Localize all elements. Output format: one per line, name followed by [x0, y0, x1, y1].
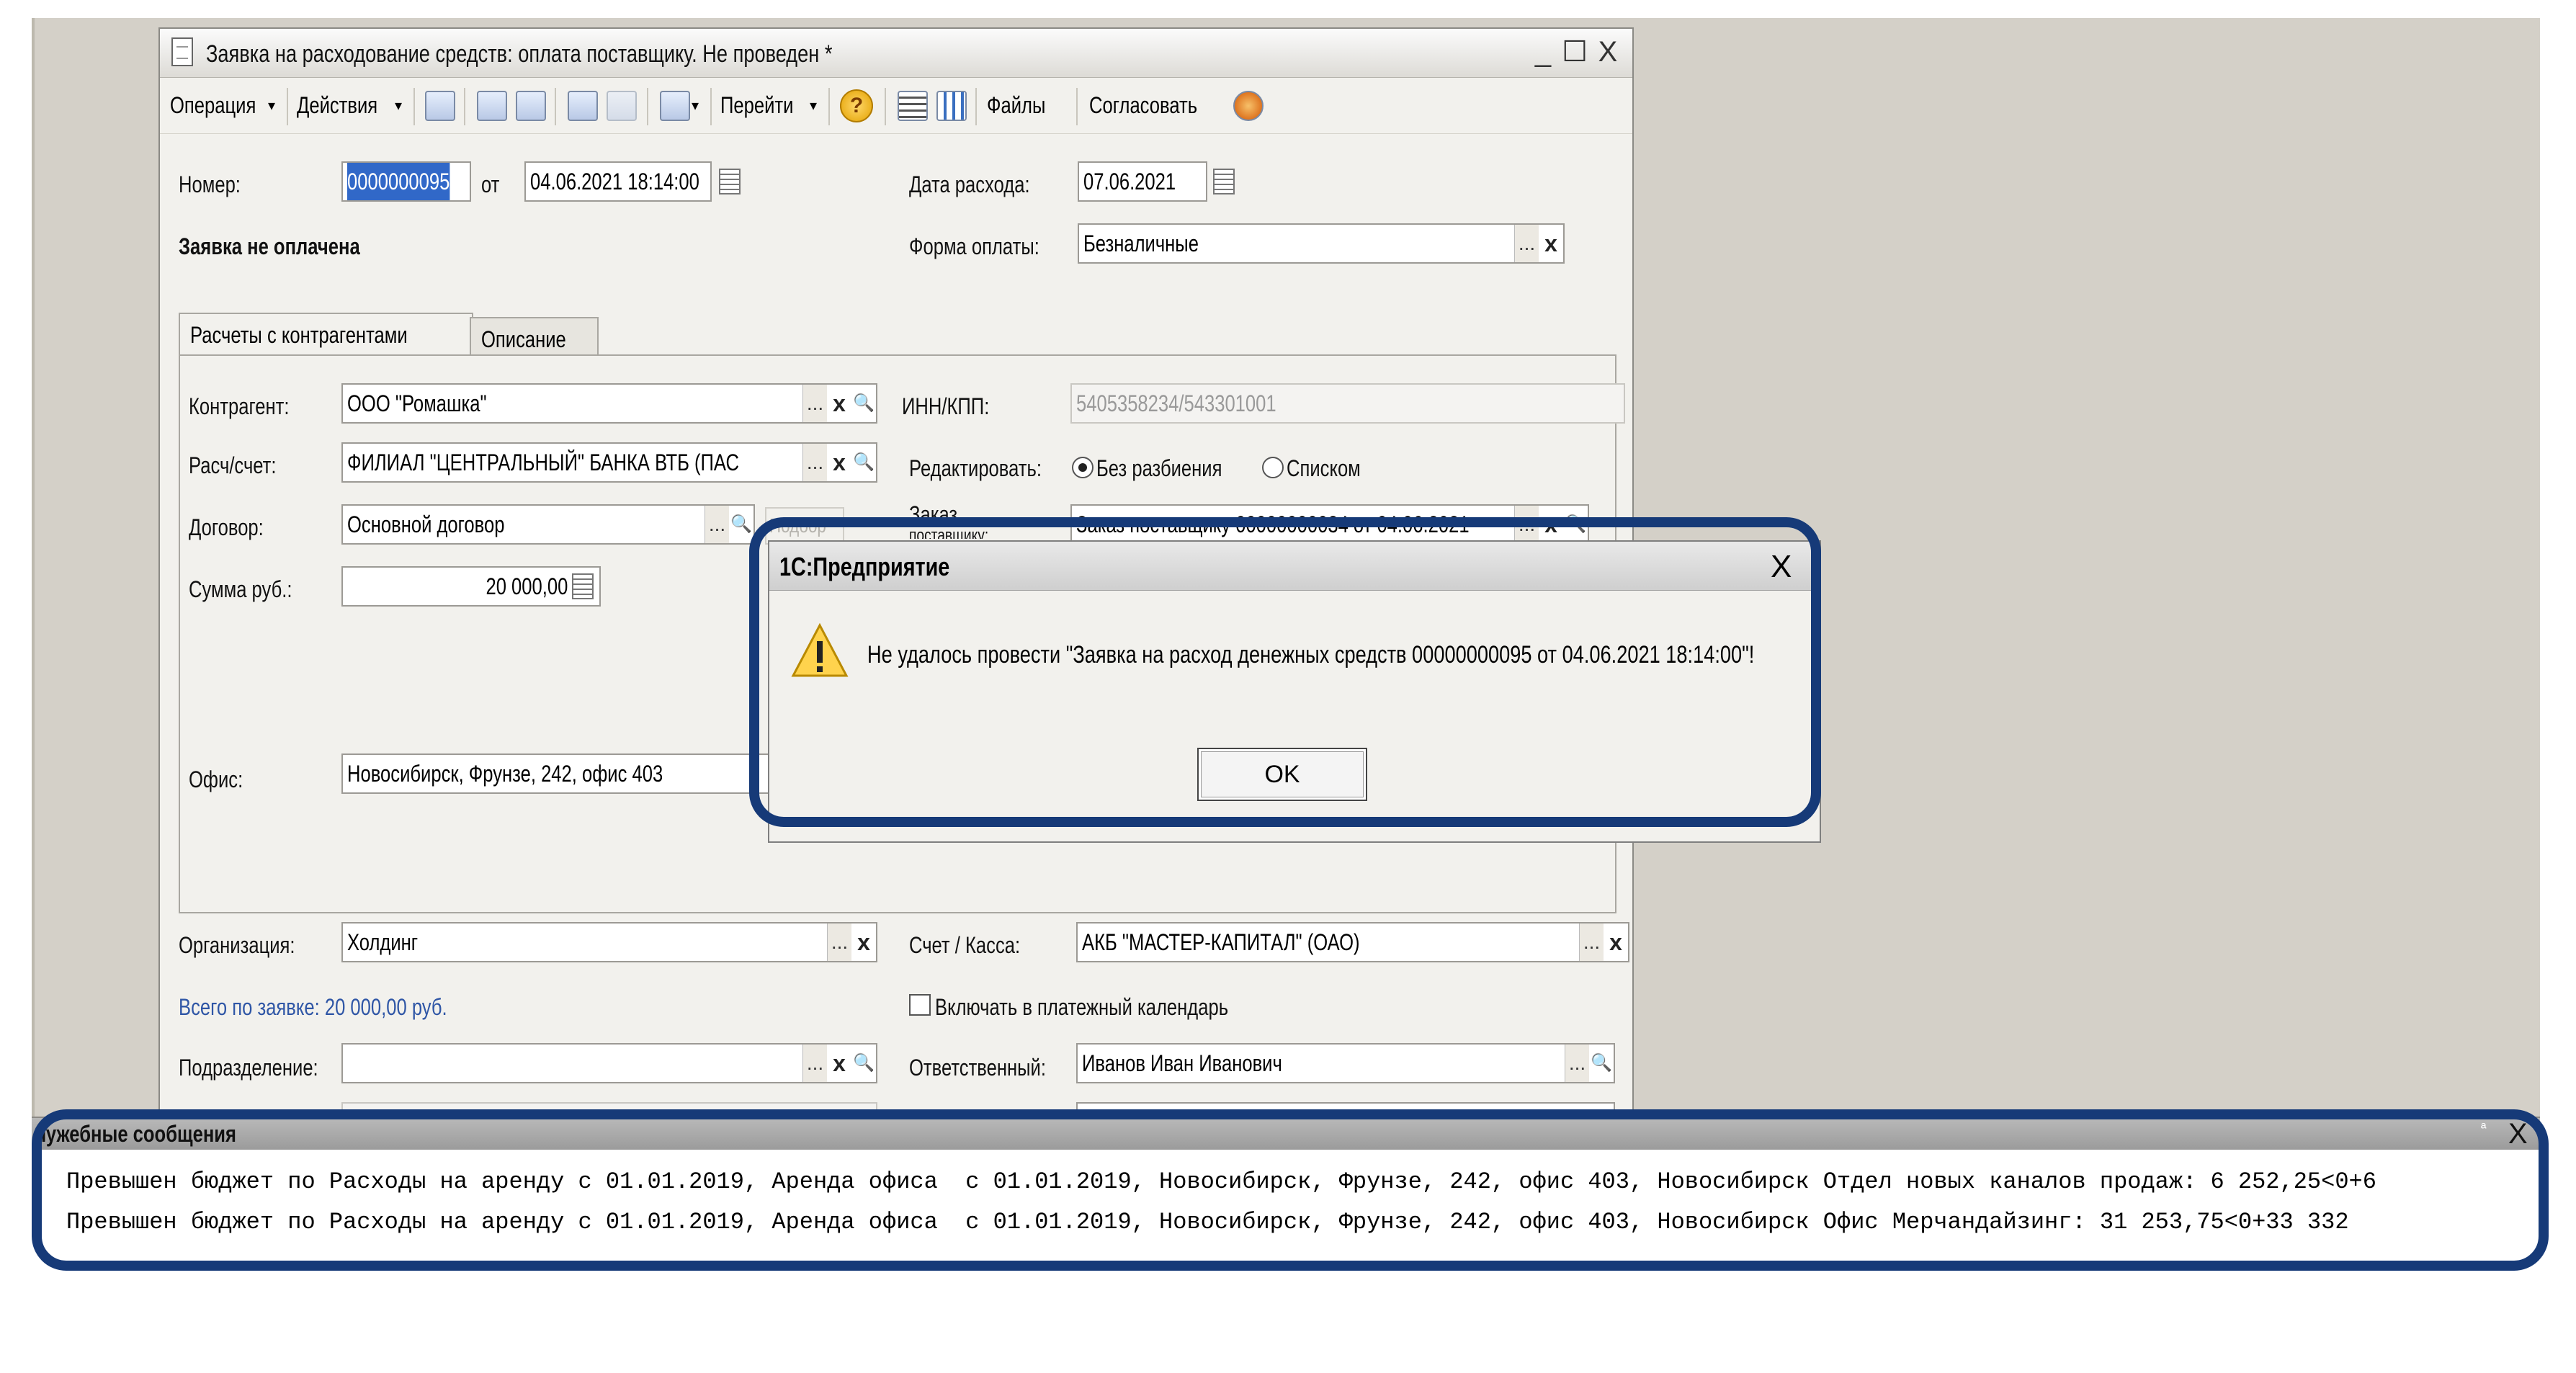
radio-no-split[interactable]	[1072, 457, 1094, 478]
toolbar-separator	[287, 88, 288, 125]
chevron-down-icon: ▾	[810, 98, 818, 114]
clear-icon[interactable]: x	[827, 1045, 851, 1082]
responsible-field[interactable]: Иванов Иван Иванович ... 🔍	[1076, 1043, 1615, 1083]
clear-icon[interactable]: x	[827, 444, 851, 481]
amount-label: Сумма руб.:	[189, 576, 292, 602]
toolbar-separator	[1076, 88, 1078, 125]
document-icon	[171, 37, 193, 66]
expense-date-field[interactable]: 07.06.2021	[1078, 161, 1207, 202]
files-button[interactable]: Файлы	[987, 92, 1060, 119]
tab-description[interactable]: Описание	[470, 317, 599, 356]
calculator-icon[interactable]	[572, 573, 594, 599]
clear-icon[interactable]: x	[1539, 225, 1563, 262]
expense-date-label: Дата расхода:	[909, 171, 1030, 197]
messages-highlight-frame	[32, 1109, 2549, 1271]
number-field[interactable]: 0000000095	[341, 161, 471, 202]
chevron-down-icon: ▾	[692, 98, 699, 114]
toolbar-separator	[647, 88, 648, 125]
document-date-field[interactable]: 04.06.2021 18:14:00	[524, 161, 712, 202]
toolbar-separator	[885, 88, 886, 125]
close-button[interactable]: X	[1593, 35, 1622, 69]
select-button[interactable]: ...	[705, 506, 729, 543]
search-icon[interactable]: 🔍	[851, 385, 876, 422]
counterparty-field[interactable]: ООО "Ромашка" ... x 🔍	[341, 383, 877, 424]
office-label: Офис:	[189, 766, 243, 792]
post-icon[interactable]	[425, 91, 455, 121]
select-button[interactable]: ...	[1565, 1045, 1589, 1082]
refresh-icon[interactable]	[477, 91, 507, 121]
request-total: Всего по заявке: 20 000,00 руб.	[179, 994, 447, 1020]
contract-label: Договор:	[189, 514, 264, 540]
amount-field[interactable]: 20 000,00	[341, 566, 601, 607]
toolbar-separator	[413, 88, 415, 125]
toolbar-separator	[555, 88, 556, 125]
payment-calendar-checkbox[interactable]	[909, 994, 931, 1016]
toolbar-separator	[828, 88, 830, 125]
responsible-label: Ответственный:	[909, 1055, 1046, 1081]
department-field[interactable]: ... x 🔍	[341, 1043, 877, 1083]
radio-list[interactable]	[1262, 457, 1284, 478]
payment-form-field[interactable]: Безналичные ... x	[1078, 223, 1565, 264]
chevron-down-icon: ▾	[395, 98, 403, 114]
select-button[interactable]: ...	[827, 923, 851, 961]
tab-counterparty-settlements[interactable]: Расчеты с контрагентами	[179, 313, 474, 357]
goto-menu[interactable]: Перейти	[720, 92, 812, 119]
search-icon[interactable]: 🔍	[729, 506, 753, 543]
copy-icon[interactable]	[516, 91, 546, 121]
payment-form-label: Форма оплаты:	[909, 233, 1039, 259]
department-label: Подразделение:	[179, 1055, 318, 1081]
select-button[interactable]: ...	[802, 1045, 827, 1082]
radio-no-split-label: Без разбиения	[1096, 455, 1222, 481]
window-title: Заявка на расходование средств: оплата п…	[206, 40, 833, 68]
inn-field: 5405358234/543301001	[1070, 383, 1625, 424]
clear-icon[interactable]: x	[827, 385, 851, 422]
organization-field[interactable]: Холдинг ... x	[341, 922, 877, 962]
approve-user-icon[interactable]	[1233, 91, 1264, 121]
add-document-icon[interactable]	[568, 91, 598, 121]
cash-account-label: Счет / Касса:	[909, 932, 1021, 958]
clear-icon[interactable]: x	[851, 923, 876, 961]
calendar-icon[interactable]	[719, 169, 741, 194]
select-button[interactable]: ...	[1514, 225, 1539, 262]
payment-calendar-label: Включать в платежный календарь	[935, 994, 1229, 1020]
search-icon[interactable]: 🔍	[851, 444, 876, 481]
radio-list-label: Списком	[1287, 455, 1361, 481]
inn-label: ИНН/КПП:	[902, 393, 990, 419]
frame-edge	[32, 18, 35, 1117]
payment-status: Заявка не оплачена	[179, 233, 360, 259]
structure-icon[interactable]	[936, 91, 967, 121]
toolbar: Операция ▾ Действия ▾ ▾ Перейти ▾ ? Файл…	[160, 79, 1632, 134]
help-icon[interactable]: ?	[840, 89, 873, 122]
maximize-button[interactable]: ☐	[1560, 35, 1589, 69]
window-titlebar: Заявка на расходование средств: оплата п…	[160, 29, 1632, 78]
actions-menu[interactable]: Действия	[297, 92, 398, 119]
delete-document-icon[interactable]	[607, 91, 637, 121]
dialog-highlight-frame	[749, 517, 1821, 827]
toolbar-separator	[710, 88, 712, 125]
bank-account-label: Расч/счет:	[189, 452, 277, 478]
operation-menu[interactable]: Операция	[170, 92, 277, 119]
select-button[interactable]: ...	[1579, 923, 1604, 961]
edit-mode-label: Редактировать:	[909, 455, 1042, 481]
calendar-icon[interactable]	[1213, 169, 1235, 194]
minimize-button[interactable]: _	[1529, 35, 1557, 69]
approve-button[interactable]: Согласовать	[1089, 92, 1225, 119]
counterparty-label: Контрагент:	[189, 393, 290, 419]
clear-icon[interactable]: x	[1604, 923, 1628, 961]
number-label: Номер:	[179, 171, 241, 197]
list-icon[interactable]	[898, 91, 928, 121]
select-button[interactable]: ...	[802, 385, 827, 422]
organization-label: Организация:	[179, 932, 295, 958]
export-icon[interactable]	[660, 91, 690, 121]
search-icon[interactable]: 🔍	[851, 1045, 876, 1082]
toolbar-separator	[464, 88, 465, 125]
contract-field[interactable]: Основной договор ... 🔍	[341, 504, 755, 545]
toolbar-separator	[975, 88, 977, 125]
cash-account-field[interactable]: АКБ "МАСТЕР-КАПИТАЛ" (ОАО) ... x	[1076, 922, 1629, 962]
chevron-down-icon: ▾	[268, 98, 276, 114]
search-icon[interactable]: 🔍	[1589, 1045, 1614, 1082]
select-button[interactable]: ...	[802, 444, 827, 481]
from-label: от	[481, 171, 500, 197]
bank-account-field[interactable]: ФИЛИАЛ "ЦЕНТРАЛЬНЫЙ" БАНКА ВТБ (ПАС ... …	[341, 442, 877, 483]
